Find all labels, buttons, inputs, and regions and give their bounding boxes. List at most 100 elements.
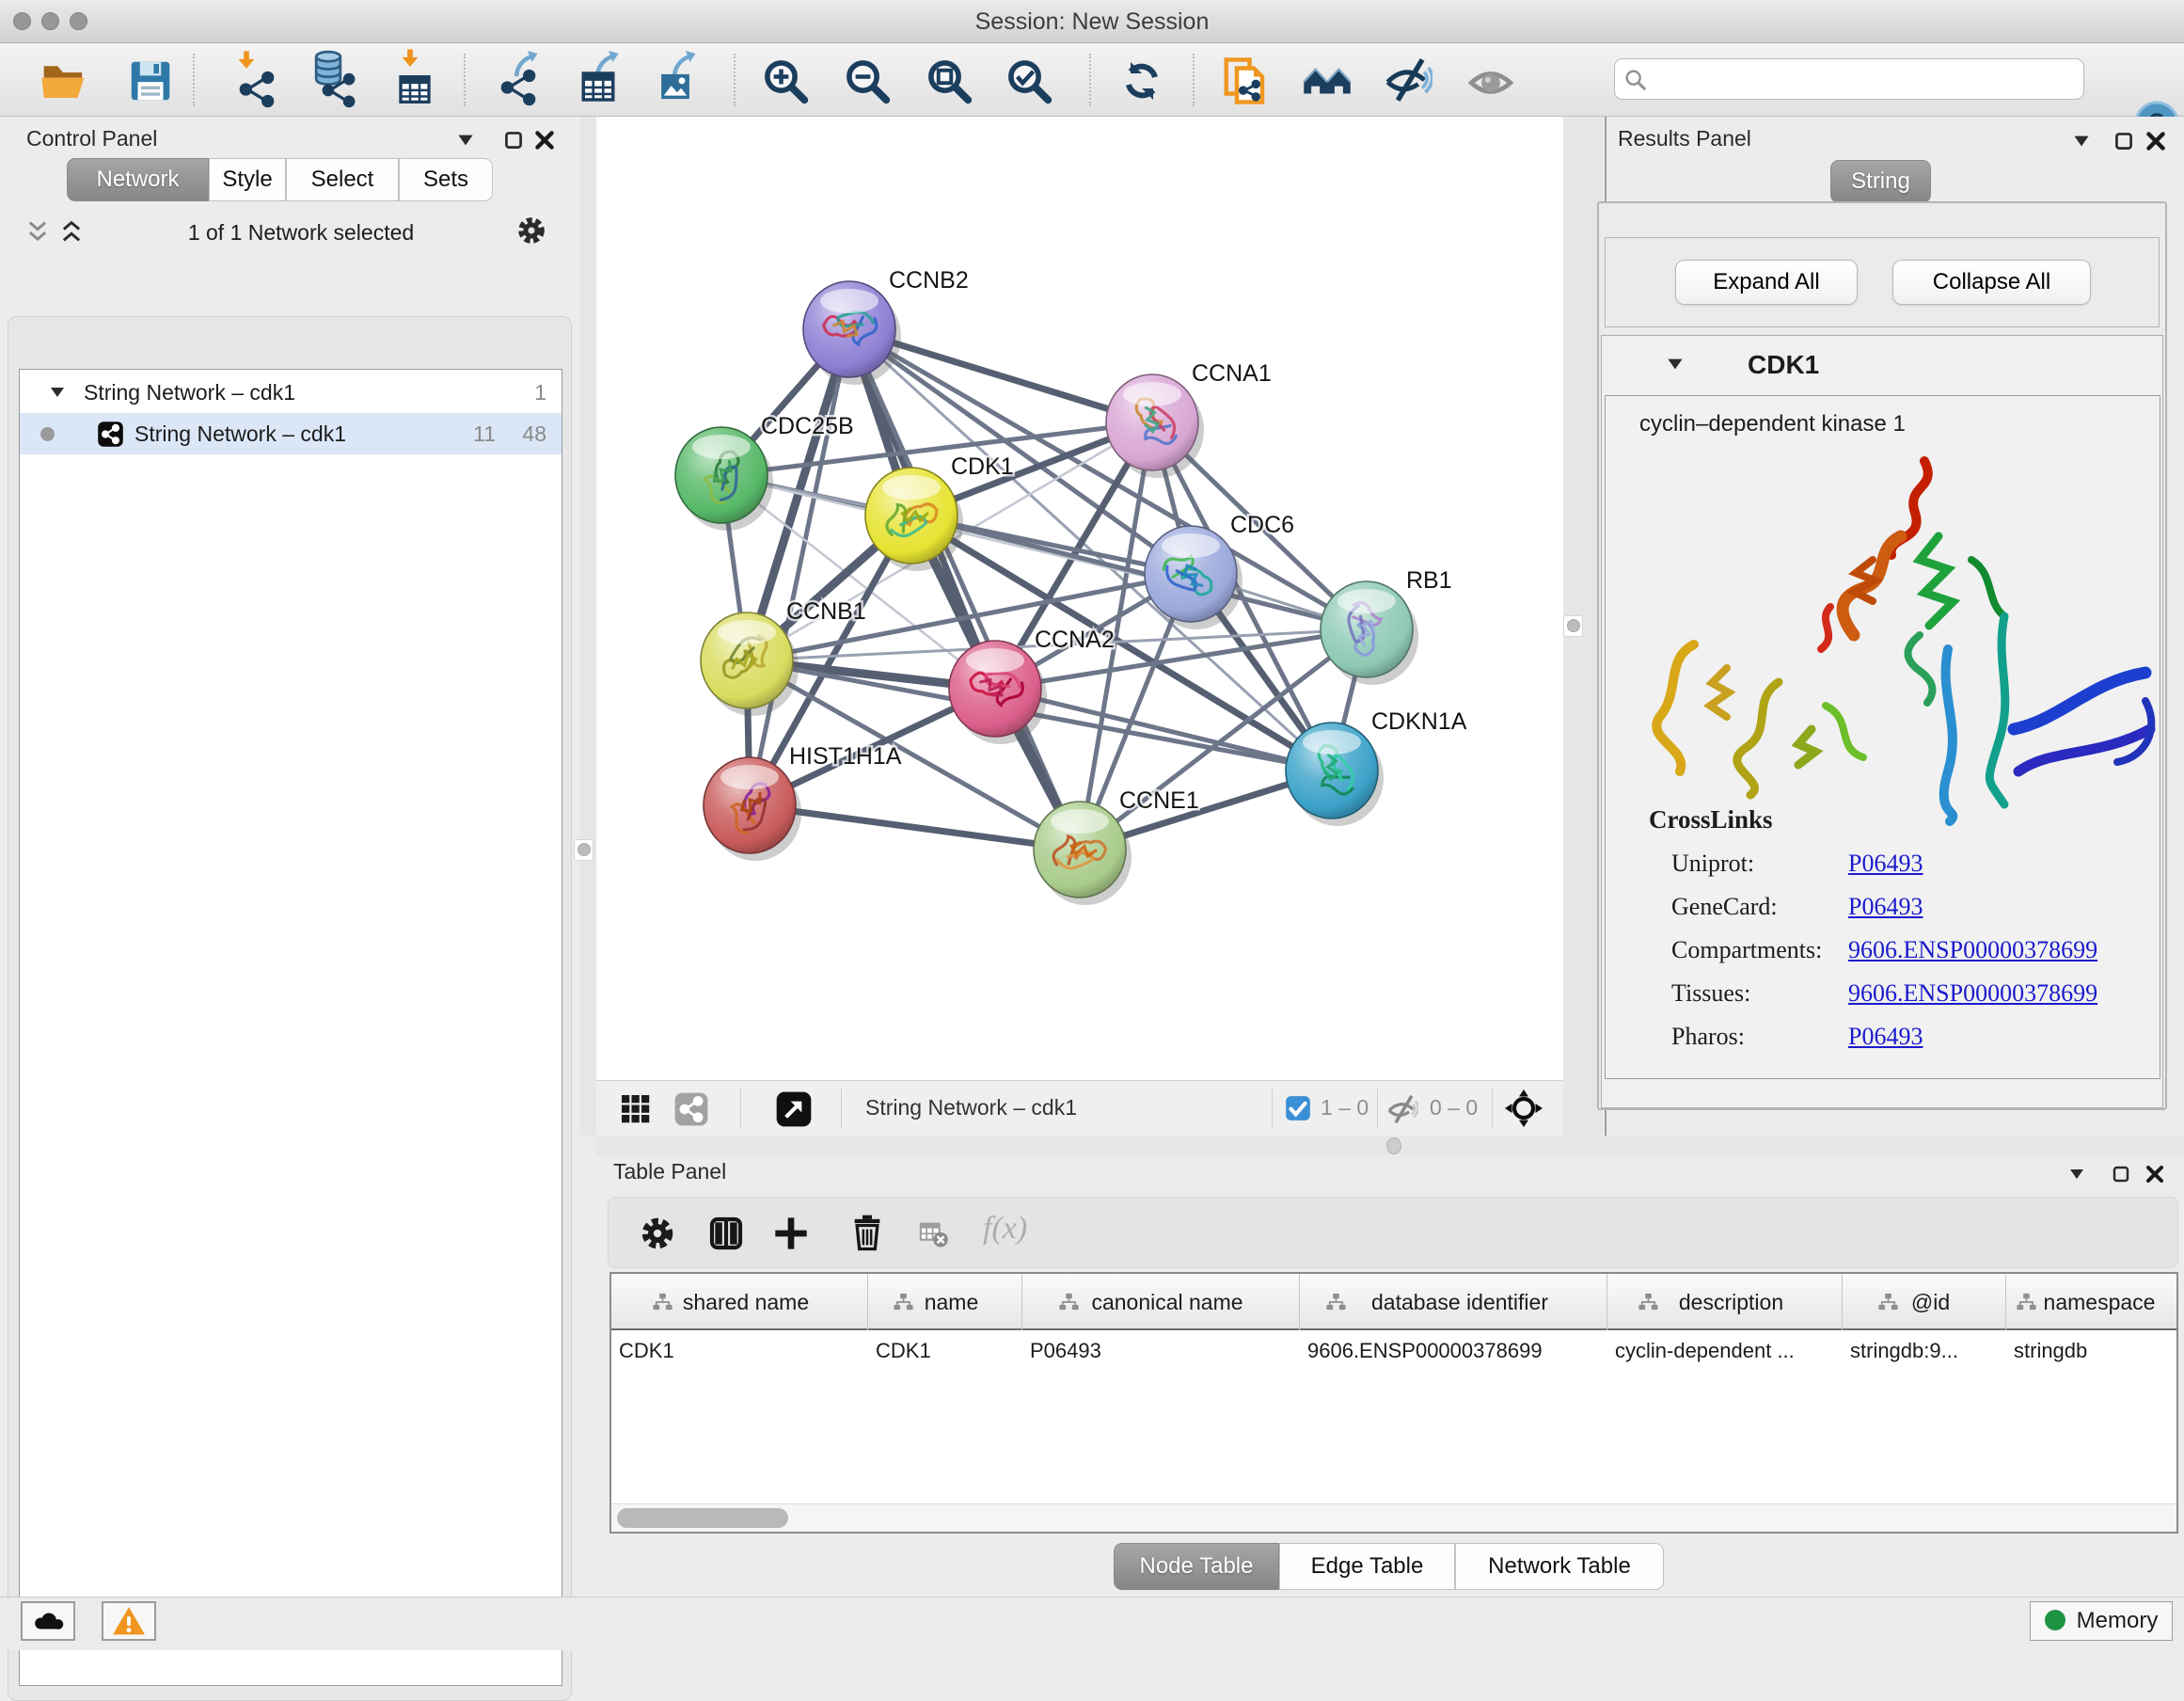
panel-close-icon[interactable] [532,128,557,152]
tab-select[interactable]: Select [286,158,399,201]
column-header[interactable]: @id [1843,1274,2006,1330]
network-canvas[interactable]: CCNB2CCNA1CDC25BCDK1CDC6RB1CCNB1CCNA2CDK… [596,117,1563,1080]
import-network-database-icon[interactable] [306,56,356,106]
tab-node-table[interactable]: Node Table [1114,1543,1279,1590]
network-edge[interactable] [849,329,1080,850]
network-node-cdk1[interactable] [865,468,963,571]
expand-all-button[interactable]: Expand All [1675,260,1858,305]
scrollbar-thumb[interactable] [617,1508,788,1528]
warnings-button[interactable] [102,1601,156,1641]
panel-float-icon[interactable] [2110,1163,2132,1185]
bottom-splitter-handle[interactable] [1386,1137,1401,1154]
selected-checkbox-icon[interactable] [1285,1095,1311,1121]
network-graph[interactable]: CCNB2CCNA1CDC25BCDK1CDC6RB1CCNB1CCNA2CDK… [596,117,1563,1080]
refresh-icon[interactable] [1119,58,1164,103]
left-splitter[interactable] [580,117,596,1136]
table-cell[interactable]: cyclin-dependent ... [1615,1330,1837,1372]
create-column-icon[interactable] [772,1215,810,1252]
column-header[interactable]: description [1607,1274,1843,1330]
table-cell[interactable]: CDK1 [619,1330,863,1372]
tab-network-table[interactable]: Network Table [1455,1543,1664,1590]
panel-close-icon[interactable] [2144,1163,2166,1185]
column-header[interactable]: shared name [611,1274,868,1330]
network-edge[interactable] [911,516,1367,629]
collapse-all-icon[interactable] [24,218,51,245]
tab-sets[interactable]: Sets [399,158,493,201]
network-node-ccna2[interactable] [949,641,1047,744]
node-table[interactable]: shared namenamecanonical namedatabase id… [609,1272,2178,1534]
table-cell[interactable]: CDK1 [876,1330,1017,1372]
column-header[interactable]: name [868,1274,1022,1330]
network-node-rb1[interactable] [1321,581,1418,685]
export-image-icon[interactable] [656,56,706,106]
zoom-out-icon[interactable] [842,56,893,106]
tab-style[interactable]: Style [209,158,286,201]
network-edge[interactable] [750,329,849,805]
grid-view-icon[interactable] [619,1092,653,1126]
first-neighbors-icon[interactable] [1299,56,1355,106]
right-splitter-handle[interactable] [1563,615,1583,637]
panel-float-icon[interactable] [2112,129,2136,153]
import-network-file-icon[interactable] [227,56,277,106]
export-table-icon[interactable] [578,56,629,106]
detach-view-icon[interactable] [775,1090,813,1128]
node-label: CCNE1 [1119,787,1199,814]
network-collection-row[interactable]: String Network – cdk1 1 [20,372,562,413]
save-session-icon[interactable] [125,56,176,106]
network-node-ccne1[interactable] [1034,802,1132,905]
network-node-cdc25b[interactable] [675,427,773,531]
network-node-cdkn1a[interactable] [1286,723,1384,826]
fit-content-crosshair-icon[interactable] [1505,1089,1543,1127]
crosslink-link[interactable]: 9606.ENSP00000378699 [1848,936,2097,964]
crosslinks-title: CrossLinks [1649,805,1773,835]
search-input[interactable] [1614,58,2084,100]
network-node-hist1h1a[interactable] [704,757,801,861]
column-header[interactable]: canonical name [1022,1274,1300,1330]
table-cell[interactable]: P06493 [1030,1330,1294,1372]
tab-network[interactable]: Network [67,158,209,201]
cloud-button[interactable] [21,1601,75,1641]
crosslink-link[interactable]: 9606.ENSP00000378699 [1848,979,2097,1008]
table-cell[interactable]: stringdb [2014,1330,2175,1372]
zoom-fit-icon[interactable] [924,56,974,106]
network-row-selected[interactable]: String Network – cdk1 11 48 [20,413,562,454]
collapse-all-button[interactable]: Collapse All [1892,260,2091,305]
network-options-gear-icon[interactable] [515,215,547,246]
collection-expander-icon[interactable] [46,381,69,404]
tab-string[interactable]: String [1830,160,1931,203]
expand-all-icon[interactable] [58,218,85,245]
crosslink-link[interactable]: P06493 [1848,1023,1923,1051]
clone-network-icon[interactable] [1220,56,1271,106]
table-cell[interactable]: 9606.ENSP00000378699 [1307,1330,1602,1372]
column-header[interactable]: database identifier [1300,1274,1607,1330]
export-network-icon[interactable] [499,56,550,106]
open-session-icon[interactable] [39,56,89,106]
import-table-file-icon[interactable] [388,56,439,106]
table-cell[interactable]: stringdb:9... [1850,1330,2001,1372]
panel-menu-icon[interactable] [2065,1163,2088,1185]
table-header-row: shared namenamecanonical namedatabase id… [611,1274,2178,1330]
table-options-gear-icon[interactable] [639,1215,676,1252]
crosslink-link[interactable]: P06493 [1848,893,1923,921]
network-node-ccna1[interactable] [1106,374,1204,478]
memory-button[interactable]: Memory [2030,1601,2173,1641]
tab-edge-table[interactable]: Edge Table [1279,1543,1455,1590]
crosslink-link[interactable]: P06493 [1848,850,1923,878]
left-splitter-handle[interactable] [574,839,593,861]
horizontal-scrollbar[interactable] [611,1503,2176,1532]
separator [1492,1089,1493,1129]
zoom-selected-icon[interactable] [1004,56,1054,106]
delete-column-icon[interactable] [848,1213,886,1252]
panel-float-icon[interactable] [501,128,526,152]
zoom-in-icon[interactable] [760,56,811,106]
show-columns-icon[interactable] [707,1215,745,1252]
hide-selected-icon[interactable] [1384,56,1432,104]
bottom-splitter[interactable] [596,1136,2184,1155]
panel-menu-icon[interactable] [2069,129,2094,153]
column-header[interactable]: namespace [2006,1274,2178,1330]
panel-close-icon[interactable] [2144,129,2168,153]
panel-menu-icon[interactable] [453,128,478,152]
show-all-icon[interactable] [1465,59,1516,106]
network-share-icon[interactable] [673,1091,709,1127]
gene-expander-icon[interactable] [1663,352,1687,376]
